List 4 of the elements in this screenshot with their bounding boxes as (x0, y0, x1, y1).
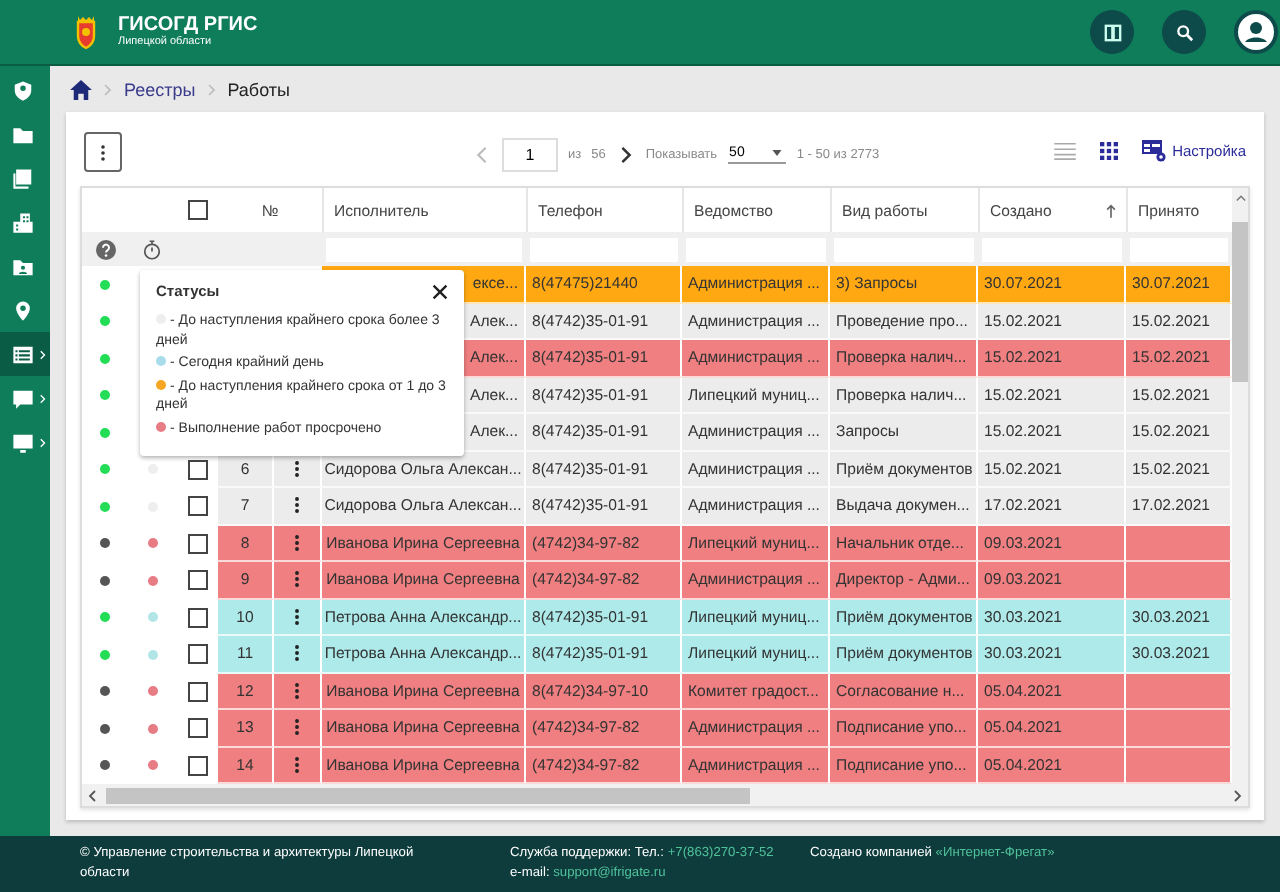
current-page-title: Работы (227, 79, 290, 99)
app-title: ГИСОГД РГИС (118, 14, 258, 36)
breadcrumb-link[interactable]: Реестры (124, 79, 196, 99)
page-number-field[interactable]: 1 (502, 138, 558, 172)
